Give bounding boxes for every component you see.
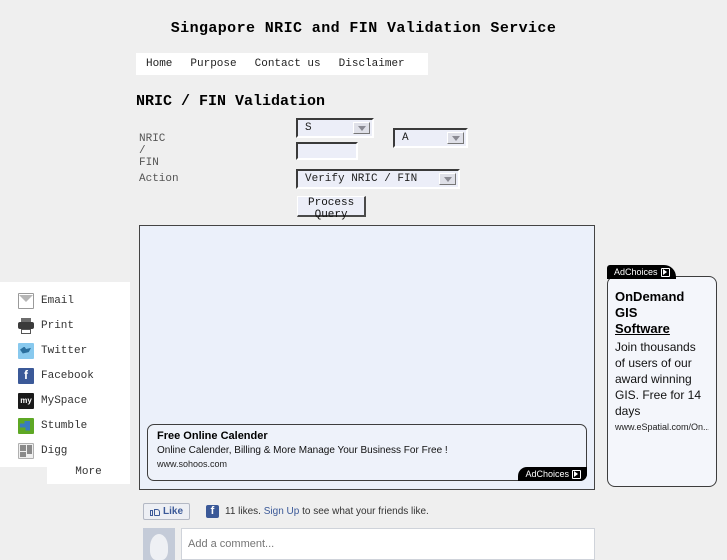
share-item-print[interactable]: Print xyxy=(0,313,130,338)
share-more-label: More xyxy=(75,465,102,478)
action-label: Action xyxy=(139,173,179,185)
print-icon xyxy=(18,317,34,334)
share-item-label: Twitter xyxy=(41,344,88,357)
facebook-likes-count: 11 likes. xyxy=(225,505,261,517)
digg-icon xyxy=(18,442,34,459)
process-query-button[interactable]: Process Query xyxy=(297,196,367,221)
facebook-like-row: Like f 11 likes. Sign Up to see what you… xyxy=(143,500,595,522)
action-select-value: Verify NRIC / FIN xyxy=(305,173,418,185)
facebook-signup-link[interactable]: Sign Up xyxy=(264,506,300,517)
inner-ad-url: www.sohoos.com xyxy=(157,459,228,469)
facebook-icon: f xyxy=(18,367,34,384)
chevron-down-icon xyxy=(439,173,456,185)
inner-ad-title: Free Online Calender xyxy=(157,430,268,442)
share-item-stumble[interactable]: Stumble xyxy=(0,413,130,438)
inner-ad-body: Online Calender, Billing & More Manage Y… xyxy=(157,445,448,456)
thumbs-up-icon xyxy=(150,506,160,516)
nric-fin-label: NRIC / FIN xyxy=(139,133,166,169)
side-ad-body[interactable]: OnDemand GIS Software Join thousands of … xyxy=(607,276,717,487)
nric-prefix-select[interactable]: S xyxy=(296,118,374,138)
side-ad-description: Join thousands of users of our award win… xyxy=(615,340,702,418)
nric-prefix-value: S xyxy=(305,122,312,134)
page-title: Singapore NRIC and FIN Validation Servic… xyxy=(170,20,557,37)
nav-item-home[interactable]: Home xyxy=(146,58,172,70)
facebook-like-label: Like xyxy=(163,505,184,517)
nric-suffix-select[interactable]: A xyxy=(393,128,468,148)
share-more-button[interactable]: More xyxy=(47,459,130,484)
action-select[interactable]: Verify NRIC / FIN xyxy=(296,169,460,189)
adchoices-triangle-icon xyxy=(660,267,670,277)
share-item-label: Print xyxy=(41,319,75,332)
facebook-likes-suffix: to see what your friends like. xyxy=(302,505,429,517)
avatar xyxy=(143,528,175,560)
chevron-down-icon xyxy=(447,132,464,144)
facebook-likes-text: 11 likes. Sign Up to see what your frien… xyxy=(225,506,429,517)
adchoices-badge-inner[interactable]: AdChoices xyxy=(518,467,587,481)
share-item-twitter[interactable]: Twitter xyxy=(0,338,130,363)
adchoices-label: AdChoices xyxy=(525,469,569,479)
share-item-label: Email xyxy=(41,294,75,307)
side-advertisement: AdChoices OnDemand GIS Software Join tho… xyxy=(607,265,717,487)
facebook-widget: Like f 11 likes. Sign Up to see what you… xyxy=(143,500,595,560)
share-item-facebook[interactable]: f Facebook xyxy=(0,363,130,388)
nric-digits-input[interactable] xyxy=(296,142,358,160)
share-item-label: Facebook xyxy=(41,369,94,382)
section-heading: NRIC / FIN Validation xyxy=(136,93,326,110)
side-ad-title-line1: OnDemand GIS xyxy=(615,289,685,320)
facebook-comment-input[interactable] xyxy=(181,528,595,560)
facebook-like-button[interactable]: Like xyxy=(143,502,191,520)
share-item-myspace[interactable]: my MySpace xyxy=(0,388,130,413)
twitter-icon xyxy=(18,342,34,359)
share-item-label: MySpace xyxy=(41,394,88,407)
myspace-icon: my xyxy=(18,392,34,409)
adchoices-label: AdChoices xyxy=(614,267,658,277)
stumbleupon-icon xyxy=(18,417,34,434)
nav-item-contact-us[interactable]: Contact us xyxy=(255,58,321,70)
inner-advertisement[interactable]: Free Online Calender Online Calender, Bi… xyxy=(147,424,587,481)
share-item-label: Stumble xyxy=(41,419,88,432)
ad-frame: Free Online Calender Online Calender, Bi… xyxy=(139,225,595,490)
email-icon xyxy=(18,292,34,309)
main-navigation: Home Purpose Contact us Disclaimer xyxy=(136,53,428,75)
side-ad-title: OnDemand GIS Software xyxy=(615,289,709,337)
side-ad-title-line2[interactable]: Software xyxy=(615,321,670,336)
adchoices-badge-side[interactable]: AdChoices xyxy=(607,265,676,279)
adchoices-triangle-icon xyxy=(572,469,581,479)
facebook-icon: f xyxy=(206,504,220,518)
side-ad-url: www.eSpatial.com/On... xyxy=(615,422,709,432)
share-panel: Email Print Twitter f Facebook my MySpac… xyxy=(0,282,130,467)
share-item-label: Digg xyxy=(41,444,68,457)
nav-item-disclaimer[interactable]: Disclaimer xyxy=(339,58,405,70)
nav-item-purpose[interactable]: Purpose xyxy=(190,58,236,70)
nric-suffix-value: A xyxy=(402,132,409,144)
share-item-email[interactable]: Email xyxy=(0,288,130,313)
chevron-down-icon xyxy=(353,122,370,134)
facebook-comment-row xyxy=(143,528,595,560)
